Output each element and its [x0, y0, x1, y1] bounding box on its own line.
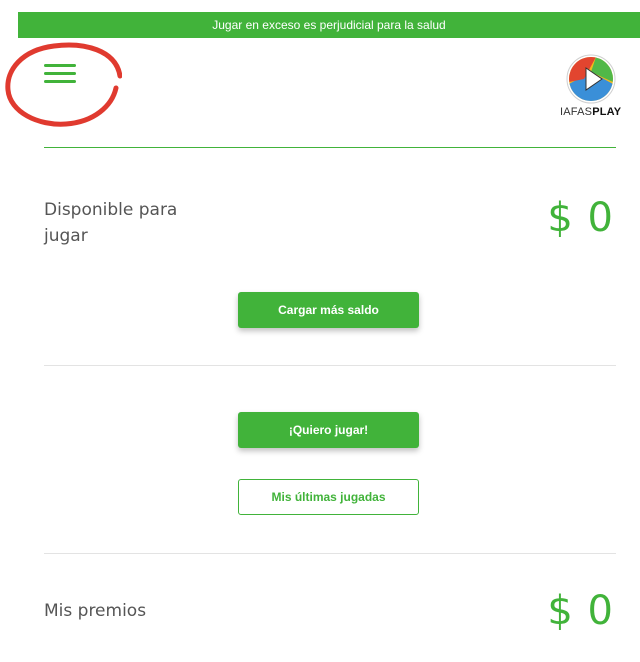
iafas-play-logo[interactable]: IAFASPLAY [556, 54, 626, 124]
hamburger-menu-icon[interactable] [44, 64, 76, 84]
header-divider [44, 147, 616, 148]
logo-text: IAFASPLAY [560, 106, 622, 118]
red-circle-annotation [5, 42, 122, 127]
section-divider [44, 365, 616, 366]
section-divider [44, 553, 616, 554]
responsible-gaming-banner: Jugar en exceso es perjudicial para la s… [18, 12, 640, 38]
reload-balance-button[interactable]: Cargar más saldo [238, 292, 419, 328]
play-button[interactable]: ¡Quiero jugar! [238, 412, 419, 448]
prizes-amount: $ 0 [547, 588, 614, 634]
prizes-label: Mis premios [44, 601, 147, 621]
recent-plays-button[interactable]: Mis últimas jugadas [238, 479, 419, 515]
balance-label: Disponible para jugar [44, 200, 178, 246]
balance-amount: $ 0 [547, 195, 614, 241]
logo-play-icon [566, 54, 616, 104]
